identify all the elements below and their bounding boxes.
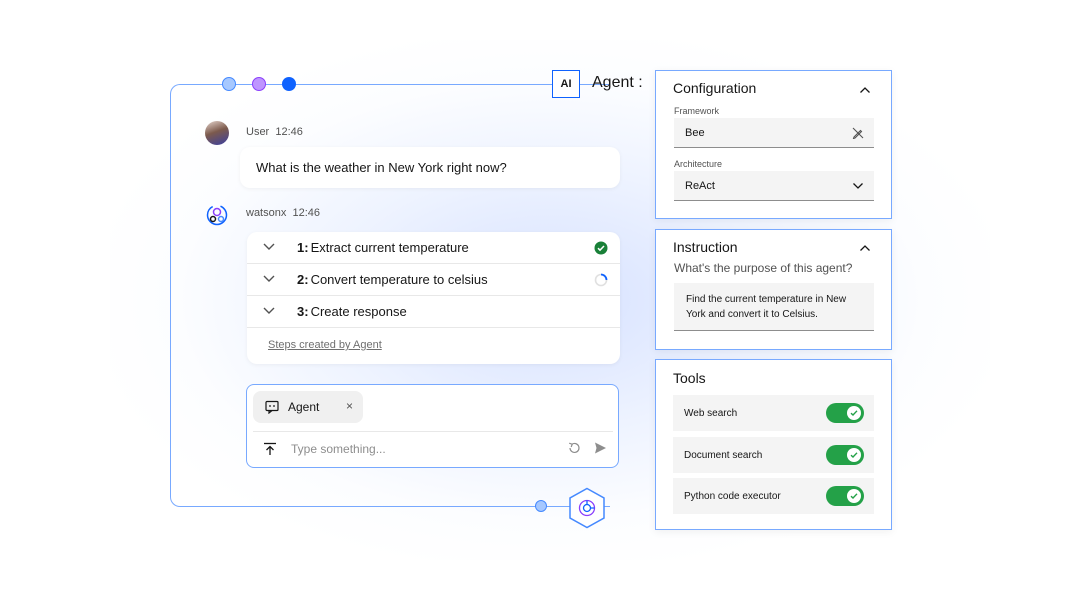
user-name: User xyxy=(246,126,270,138)
user-meta: User 12:46 xyxy=(246,126,303,138)
step-row[interactable]: 1: Extract current temperature xyxy=(247,232,620,264)
agent-chip-label: Agent xyxy=(288,400,320,414)
instruction-textarea[interactable]: Find the current temperature in New York… xyxy=(674,283,874,331)
step-number: 1: xyxy=(297,240,309,255)
user-avatar xyxy=(205,121,229,145)
checkmark-icon xyxy=(850,493,858,499)
framework-field[interactable]: Bee xyxy=(674,118,874,148)
agent-title: Agent : xyxy=(592,74,643,91)
agent-hexagon-icon xyxy=(569,487,605,529)
tool-row-python-executor: Python code executor xyxy=(673,478,874,514)
user-message-text: What is the weather in New York right no… xyxy=(256,160,507,175)
tool-row-web-search: Web search xyxy=(673,395,874,431)
tool-label: Web search xyxy=(684,407,738,419)
close-icon[interactable]: × xyxy=(346,399,353,413)
toggle-knob xyxy=(847,489,861,503)
tool-label: Python code executor xyxy=(684,490,781,502)
step-row[interactable]: 2: Convert temperature to celsius xyxy=(247,264,620,296)
chevron-down-icon[interactable] xyxy=(263,242,279,254)
ai-badge: AI xyxy=(552,70,580,98)
instruction-title: Instruction xyxy=(673,239,738,255)
chevron-down-icon[interactable] xyxy=(263,274,279,286)
assistant-name: watsonx xyxy=(246,207,287,219)
step-label: Convert temperature to celsius xyxy=(310,272,488,287)
edit-off-icon[interactable] xyxy=(852,127,864,139)
steps-card: 1: Extract current temperature 2: Conver… xyxy=(247,232,620,364)
user-time: 12:46 xyxy=(275,126,303,138)
step-row[interactable]: 3: Create response xyxy=(247,296,620,328)
tool-label: Document search xyxy=(684,449,763,461)
frame-dot-purple xyxy=(252,77,266,91)
upload-icon[interactable] xyxy=(263,442,277,456)
toggle-knob xyxy=(847,406,861,420)
tool-row-document-search: Document search xyxy=(673,437,874,473)
checkmark-icon xyxy=(850,410,858,416)
composer-divider xyxy=(253,431,613,432)
chat-composer: Agent × xyxy=(246,384,619,468)
tools-panel: Tools Web search Document search Python … xyxy=(655,359,892,530)
python-executor-toggle[interactable] xyxy=(826,486,864,506)
chevron-down-icon[interactable] xyxy=(852,180,864,192)
step-label: Extract current temperature xyxy=(310,240,469,255)
step-label: Create response xyxy=(310,304,407,319)
step-number: 3: xyxy=(297,304,309,319)
frame-dot-bottom xyxy=(535,500,547,512)
checkmark-icon xyxy=(850,452,858,458)
chevron-up-icon[interactable] xyxy=(859,84,871,96)
assistant-time: 12:46 xyxy=(292,207,321,219)
frame-dot-light-blue xyxy=(222,77,236,91)
configuration-panel: Configuration Framework Bee Architecture… xyxy=(655,70,892,219)
instruction-question: What's the purpose of this agent? xyxy=(674,261,853,275)
architecture-label: Architecture xyxy=(674,159,723,169)
message-input[interactable] xyxy=(291,439,551,459)
document-search-toggle[interactable] xyxy=(826,445,864,465)
architecture-value: ReAct xyxy=(685,179,715,192)
frame-dot-blue xyxy=(282,77,296,91)
loading-spinner-icon xyxy=(594,273,608,287)
chat-bot-icon xyxy=(265,400,279,414)
framework-label: Framework xyxy=(674,106,720,116)
watsonx-icon xyxy=(206,204,228,226)
toggle-knob xyxy=(847,448,861,462)
web-search-toggle[interactable] xyxy=(826,403,864,423)
instruction-panel: Instruction What's the purpose of this a… xyxy=(655,229,892,350)
architecture-dropdown[interactable]: ReAct xyxy=(674,171,874,201)
assistant-meta: watsonx 12:46 xyxy=(246,207,320,219)
reset-icon[interactable] xyxy=(567,441,581,455)
configuration-title: Configuration xyxy=(673,80,757,96)
user-message-bubble: What is the weather in New York right no… xyxy=(240,147,620,188)
checkmark-filled-icon xyxy=(594,241,608,255)
framework-value: Bee xyxy=(685,126,705,139)
chevron-down-icon[interactable] xyxy=(263,306,279,318)
steps-created-link[interactable]: Steps created by Agent xyxy=(268,339,382,351)
agent-chip[interactable]: Agent × xyxy=(253,391,363,423)
send-icon[interactable] xyxy=(593,441,607,455)
tools-title: Tools xyxy=(673,370,706,386)
step-number: 2: xyxy=(297,272,309,287)
chevron-up-icon[interactable] xyxy=(859,242,871,254)
